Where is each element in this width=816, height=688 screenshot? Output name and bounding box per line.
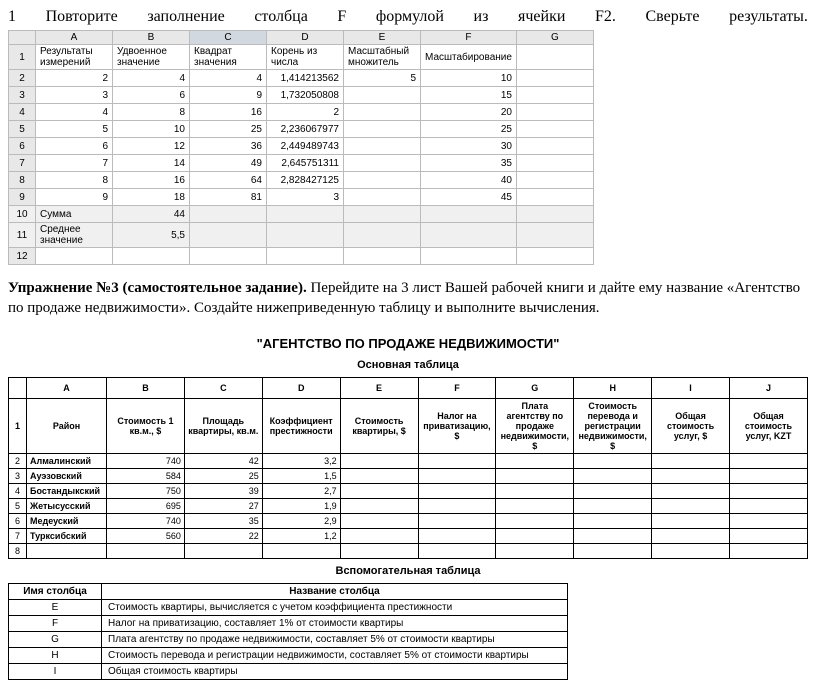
main-table: A B C D E F G H I J 1 Район Стоимость 1 …: [8, 377, 808, 559]
list-number: 1: [8, 8, 16, 26]
main-subtitle: Основная таблица: [8, 359, 808, 371]
exercise-title: Упражнение №3 (самостоятельное задание).: [8, 280, 307, 296]
aux-subtitle: Вспомогательная таблица: [8, 565, 808, 577]
spreadsheet-table: A B C D E F G 1 Результаты измерений Удв…: [8, 30, 594, 265]
exercise-paragraph: Упражнение №3 (самостоятельное задание).…: [8, 279, 808, 318]
agency-title: "АГЕНТСТВО ПО ПРОДАЖЕ НЕДВИЖИМОСТИ": [8, 336, 808, 351]
top-instruction: 1 Повторите заполнение столбца F формуло…: [8, 8, 808, 26]
aux-table: Имя столбцаНазвание столбца EСтоимость к…: [8, 583, 568, 680]
